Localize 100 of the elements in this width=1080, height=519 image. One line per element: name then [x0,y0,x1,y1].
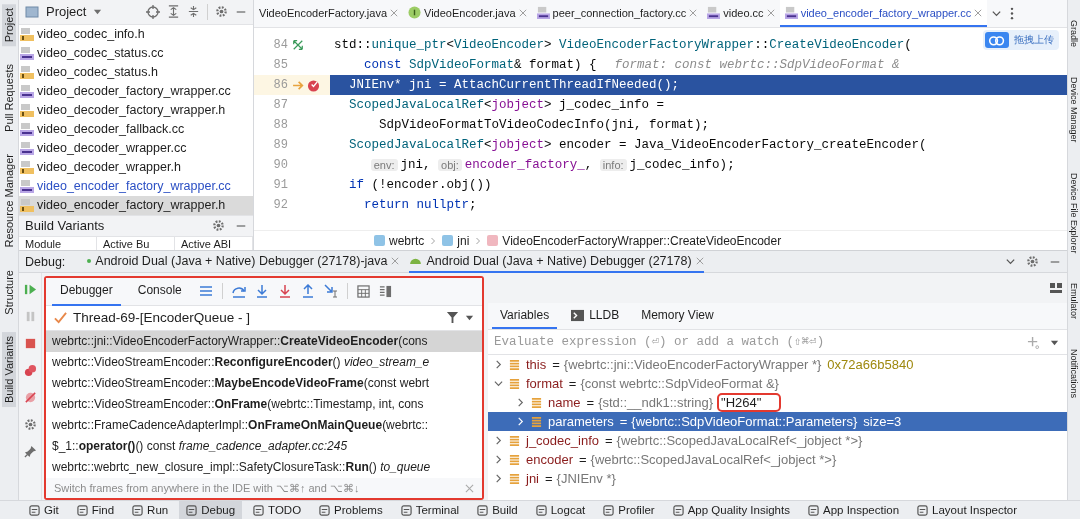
settings-icon[interactable] [212,219,225,233]
breadcrumb-item[interactable]: VideoEncoderFactoryWrapper::CreateVideoEncoder [487,233,782,248]
variable-row[interactable]: this = {webrtc::jni::VideoEncoderFactoryWrapper *} 0x72a66b5840 [488,355,1067,374]
tool-window-tab[interactable]: Resource Manager [2,150,16,252]
close-icon[interactable] [766,8,775,17]
settings-icon[interactable] [23,418,37,431]
chevron-down-icon[interactable] [1005,256,1016,267]
panel-tab[interactable]: Console [129,277,190,306]
file-item[interactable]: video_decoder_factory_wrapper.cc [19,81,253,101]
chevron-icon[interactable] [494,436,503,445]
file-tab[interactable]: video_encoder_factory_wrapper.cc [779,0,988,27]
file-tab[interactable]: VideoEncoderFactory.java [254,0,403,27]
tool-window-tab[interactable]: Emulator [1069,283,1079,320]
pin-icon[interactable] [23,445,37,458]
breakpoints-icon[interactable] [23,364,37,377]
tool-window-button[interactable]: Profiler [596,501,662,519]
layout-icon[interactable] [1049,281,1063,295]
mute-breakpoints-icon[interactable] [23,391,37,404]
tool-window-button[interactable]: Find [69,501,122,519]
breakpoint-arrow-icon[interactable] [292,78,322,92]
tool-window-tab[interactable]: Build Variants [2,332,16,408]
tool-window-tab[interactable]: Device File Explorer [1069,172,1079,254]
chevron-icon[interactable] [516,398,525,407]
tool-window-tab[interactable]: Notifications [1069,349,1079,399]
close-icon[interactable] [974,8,983,17]
stack-frame[interactable]: webrtc::VideoStreamEncoder::ReconfigureEncoder() video_stream_e [46,352,482,374]
force-step-into-icon[interactable] [277,284,292,299]
collapse-all-icon[interactable] [187,5,200,19]
file-tab[interactable]: video.cc [702,0,780,27]
more-icon[interactable] [1010,7,1015,20]
close-icon[interactable] [391,256,400,265]
dropdown-icon[interactable] [465,313,474,323]
crosshair-icon[interactable] [146,4,160,19]
close-icon[interactable] [390,8,398,17]
step-into-icon[interactable] [254,284,269,299]
breadcrumb-item[interactable]: jni [442,233,470,248]
variable-row[interactable]: name = {std::__ndk1::string} "H264" [488,393,1067,412]
stack-frame[interactable]: webrtc::VideoStreamEncoder::MaybeEncodeVideoFrame(const webrt [46,373,482,395]
file-tab[interactable]: VideoEncoder.java [403,0,532,27]
breadcrumb-item[interactable]: webrtc [374,233,425,248]
panel-tab[interactable]: LLDB [563,303,628,329]
session-tab[interactable]: Android Dual (Java + Native) Debugger (27178)-java [87,250,400,273]
file-item[interactable]: video_decoder_wrapper.cc [19,138,253,158]
tool-window-tab[interactable]: Device Manager [1069,77,1079,143]
settings-icon[interactable] [1026,255,1039,268]
variable-row[interactable]: format = {const webrtc::SdpVideoFormat &} [488,374,1067,393]
tool-window-button[interactable]: App Quality Insights [665,501,797,519]
chevron-icon[interactable] [494,455,503,464]
resume-icon[interactable] [23,283,37,296]
variable-row[interactable]: jni = {JNIEnv *} [488,469,1067,488]
stack-frame[interactable]: $_1::operator()() const frame_cadence_adapter.cc:245 [46,436,482,458]
tool-window-button[interactable]: Logcat [528,501,593,519]
implementation-icon[interactable] [292,39,304,51]
chevron-icon[interactable] [494,379,503,388]
file-item[interactable]: video_codec_status.h [19,62,253,82]
close-icon[interactable] [695,256,704,265]
layout-icon[interactable] [378,284,392,298]
step-over-icon[interactable] [231,284,246,299]
close-icon[interactable] [465,483,474,493]
file-item[interactable]: video_decoder_wrapper.h [19,157,253,177]
tool-window-button[interactable]: Layout Inspector [910,501,1025,519]
variable-row[interactable]: j_codec_info = {webrtc::ScopedJavaLocalRef<_jobject *>} [488,431,1067,450]
chevron-down-icon[interactable] [991,8,1003,19]
list-icon[interactable] [198,284,213,299]
tool-window-button[interactable]: Debug [179,501,243,519]
settings-icon[interactable] [215,5,228,19]
evaluate-field[interactable]: Evaluate expression (⏎) or add a watch (⇧⌘⏎) [488,334,1017,350]
tool-window-button[interactable]: Git [22,501,66,519]
tool-window-tab[interactable]: Pull Requests [2,60,16,137]
stack-frame[interactable]: webrtc::webrtc_new_closure_impl::SafetyClosureTask::Run() to_queue [46,457,482,479]
file-item[interactable]: video_codec_status.cc [19,43,253,63]
panel-tab[interactable]: Memory View [633,303,722,329]
variable-row[interactable]: encoder = {webrtc::ScopedJavaLocalRef<_jobject *>} [488,450,1067,469]
tool-window-button[interactable]: Problems [312,501,390,519]
tool-window-button[interactable]: TODO [246,501,309,519]
chevron-icon[interactable] [494,360,503,369]
expand-all-icon[interactable] [167,5,180,19]
tool-window-tab[interactable]: Gradle [1069,20,1079,47]
close-icon[interactable] [689,8,698,17]
panel-title[interactable]: Project [46,4,87,20]
stack-frame[interactable]: webrtc::FrameCadenceAdapterImpl::OnFrameOnMainQueue(webrtc:: [46,415,482,437]
panel-tab[interactable]: Variables [492,303,558,329]
stack-frame[interactable]: webrtc::VideoStreamEncoder::OnFrame(webrtc::Timestamp, int, cons [46,394,482,416]
calculator-icon[interactable] [356,284,370,298]
tool-window-button[interactable]: Build [470,501,525,519]
chevron-icon[interactable] [494,474,503,483]
step-out-icon[interactable] [300,284,315,299]
stop-icon[interactable] [23,337,37,350]
tool-window-tab[interactable]: Structure [2,265,16,319]
tool-window-button[interactable]: Terminal [393,501,467,519]
upload-widget[interactable]: 拖拽上传 [983,30,1059,50]
file-item[interactable]: video_decoder_fallback.cc [19,119,253,139]
tool-window-button[interactable]: Run [125,501,176,519]
file-item[interactable]: video_encoder_factory_wrapper.cc [19,176,253,196]
tool-window-button[interactable]: App Inspection [800,501,907,519]
file-item[interactable]: video_encoder_factory_wrapper.h [19,195,253,215]
dropdown-icon[interactable] [93,7,103,17]
chevron-icon[interactable] [516,417,525,426]
file-item[interactable]: video_decoder_factory_wrapper.h [19,100,253,120]
stack-frame[interactable]: webrtc::jni::VideoEncoderFactoryWrapper::CreateVideoEncoder(cons [46,331,482,353]
